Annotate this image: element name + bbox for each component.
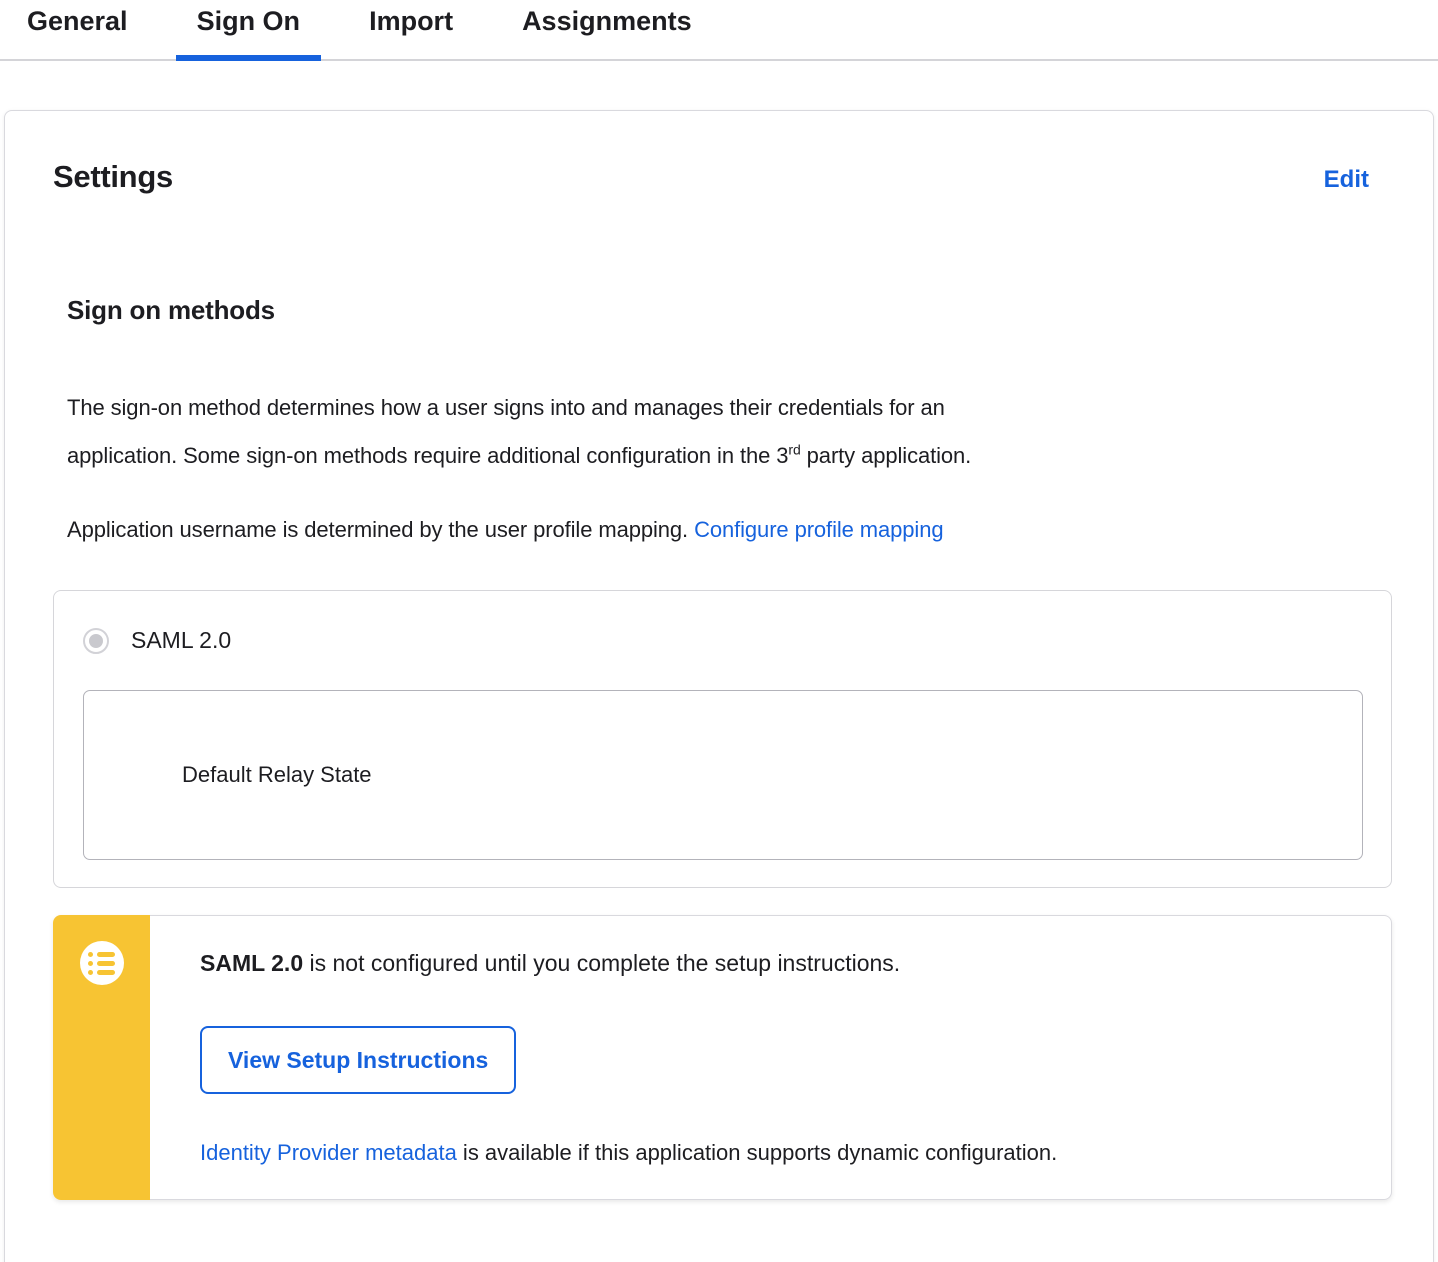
tab-sign-on[interactable]: Sign On: [175, 0, 322, 61]
description-line2-before-sup: application. Some sign-on methods requir…: [67, 443, 789, 468]
description-line1: The sign-on method determines how a user…: [67, 395, 945, 420]
callout-message: SAML 2.0 is not configured until you com…: [200, 948, 1351, 978]
username-mapping-text: Application username is determined by th…: [67, 506, 1391, 554]
saml-setup-callout: SAML 2.0 is not configured until you com…: [53, 915, 1392, 1200]
tab-general[interactable]: General: [6, 0, 149, 59]
list-icon-row: [88, 951, 115, 957]
sign-on-methods-section: Sign on methods The sign-on method deter…: [5, 295, 1433, 554]
callout-accent-strip: [53, 915, 150, 1200]
username-mapping-static-text: Application username is determined by th…: [67, 517, 695, 542]
saml-radio-dot: [89, 633, 103, 648]
list-icon: [79, 941, 124, 985]
saml-radio-label: SAML 2.0: [131, 627, 232, 653]
metadata-line-rest: is available if this application support…: [456, 1140, 1058, 1165]
page-title: Settings: [53, 159, 173, 194]
default-relay-state-box: Default Relay State: [83, 690, 1363, 860]
identity-provider-metadata-link[interactable]: Identity Provider metadata: [200, 1140, 457, 1165]
description-line2-after-sup: party application.: [800, 443, 972, 468]
tab-import[interactable]: Import: [348, 0, 474, 59]
list-icon-dot: [88, 951, 93, 957]
list-icon-dot: [88, 960, 93, 966]
list-icon-bar: [97, 960, 115, 966]
edit-link[interactable]: Edit: [1324, 166, 1369, 194]
sign-on-boxes: SAML 2.0 Default Relay State SAML 2.0 is…: [5, 590, 1433, 1200]
list-icon-bar: [97, 951, 115, 957]
settings-card-header: Settings Edit: [5, 111, 1433, 195]
ordinal-superscript: rd: [788, 441, 801, 458]
callout-body: SAML 2.0 is not configured until you com…: [150, 915, 1392, 1200]
view-setup-instructions-button[interactable]: View Setup Instructions: [200, 1026, 517, 1094]
saml-radio-row: SAML 2.0: [83, 627, 1363, 654]
sign-on-method-description: The sign-on method determines how a user…: [67, 384, 1391, 480]
sign-on-methods-heading: Sign on methods: [67, 295, 275, 325]
metadata-line: Identity Provider metadata is available …: [200, 1138, 1351, 1168]
saml-option-box: SAML 2.0 Default Relay State: [53, 590, 1392, 888]
list-icon-bar: [97, 969, 115, 975]
tab-assignments[interactable]: Assignments: [501, 0, 713, 59]
list-icon-row: [88, 960, 115, 966]
settings-card: Settings Edit Sign on methods The sign-o…: [4, 110, 1434, 1262]
list-icon-dot: [88, 969, 93, 975]
configure-profile-mapping-link[interactable]: Configure profile mapping: [694, 517, 944, 542]
callout-message-rest: is not configured until you complete the…: [303, 950, 901, 976]
saml-radio[interactable]: [83, 627, 109, 654]
list-icon-row: [88, 969, 115, 975]
app-tab-bar: General Sign On Import Assignments: [0, 0, 1438, 61]
callout-message-bold: SAML 2.0: [200, 950, 304, 976]
default-relay-state-label: Default Relay State: [182, 762, 372, 787]
